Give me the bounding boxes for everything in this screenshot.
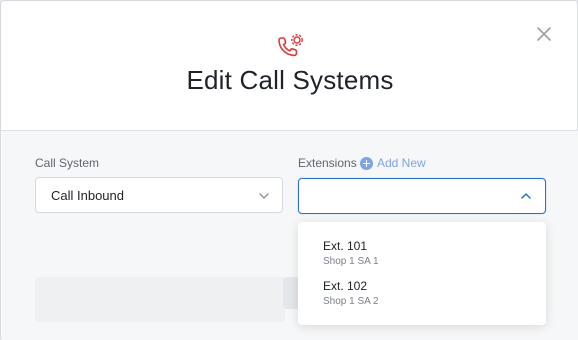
extension-option[interactable]: Ext. 102 Shop 1 SA 2	[323, 279, 379, 307]
extensions-label: Extensions	[298, 156, 357, 170]
extension-option-subtitle: Shop 1 SA 2	[323, 296, 379, 307]
close-icon[interactable]	[535, 25, 553, 43]
add-new-extension-button[interactable]: Add New	[360, 156, 426, 170]
edit-call-systems-modal: Edit Call Systems Call System Call Inbou…	[0, 0, 578, 340]
add-new-label: Add New	[377, 156, 426, 170]
footer-button-placeholder	[35, 277, 285, 322]
plus-circle-icon	[360, 156, 373, 170]
chevron-down-icon	[259, 193, 269, 199]
extension-option[interactable]: Ext. 101 Shop 1 SA 1	[323, 239, 379, 267]
call-system-select[interactable]: Call Inbound	[35, 177, 283, 213]
extension-option-subtitle: Shop 1 SA 1	[323, 256, 379, 267]
extensions-dropdown: Ext. 101 Shop 1 SA 1 Ext. 102 Shop 1 SA …	[298, 222, 546, 325]
call-system-value: Call Inbound	[51, 188, 124, 203]
extension-option-title: Ext. 102	[323, 279, 368, 293]
modal-title: Edit Call Systems	[186, 65, 394, 95]
extension-option-title: Ext. 101	[323, 239, 368, 253]
call-system-label: Call System	[35, 156, 100, 170]
extensions-select[interactable]	[298, 178, 546, 214]
chevron-up-icon	[521, 193, 531, 199]
footer-button-placeholder	[283, 277, 299, 309]
phone-gear-icon	[274, 31, 306, 63]
